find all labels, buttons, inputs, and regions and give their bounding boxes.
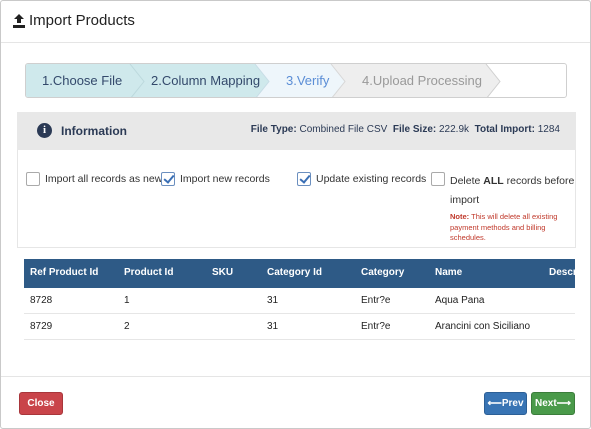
table-row: 8729 2 31 Entr?e Arancini con Siciliano xyxy=(24,314,575,340)
import-options: Import all records as new Import new rec… xyxy=(17,150,576,248)
delete-all-prefix: Delete xyxy=(450,175,484,187)
wizard-step-choose-file[interactable]: 1.Choose File xyxy=(42,73,122,88)
note-label: Note: xyxy=(450,212,470,221)
modal-title: Import Products xyxy=(29,12,135,29)
information-bar: i Information File Type: Combined File C… xyxy=(17,112,576,150)
update-existing-checkbox[interactable] xyxy=(297,172,311,186)
delete-all-bold: ALL xyxy=(483,175,504,187)
import-all-as-new-label: Import all records as new xyxy=(45,173,163,185)
import-all-as-new-checkbox[interactable] xyxy=(26,172,40,186)
prev-button[interactable]: ⟵Prev xyxy=(484,392,527,415)
cell-ref-product-id: 8728 xyxy=(30,295,53,306)
cell-ref-product-id: 8729 xyxy=(30,321,53,332)
arrow-left-icon: ⟵ xyxy=(487,398,502,409)
delete-all-checkbox[interactable] xyxy=(431,172,445,186)
column-category: Category xyxy=(361,267,405,278)
column-description: Descr xyxy=(549,267,575,278)
option-import-all-as-new[interactable]: Import all records as new xyxy=(26,172,162,186)
cell-product-id: 1 xyxy=(124,295,130,306)
next-button-label: Next xyxy=(534,398,557,409)
table-row: 8728 1 31 Entr?e Aqua Pana xyxy=(24,288,575,314)
import-new-records-checkbox[interactable] xyxy=(161,172,175,186)
cell-product-id: 2 xyxy=(124,321,130,332)
option-import-new-records[interactable]: Import new records xyxy=(161,172,270,186)
total-import-value: 1284 xyxy=(537,124,560,135)
cell-name: Aqua Pana xyxy=(435,295,485,306)
column-category-id: Category Id xyxy=(267,267,323,278)
import-products-modal: Import Products 1.Choose File 2.Column M… xyxy=(0,0,591,429)
modal-footer: Close ⟵Prev Next⟶ xyxy=(1,376,590,428)
total-import-label: Total Import: xyxy=(474,124,535,135)
file-type-label: File Type: xyxy=(250,124,297,135)
cell-category-id: 31 xyxy=(267,321,279,332)
wizard-steps: 1.Choose File 2.Column Mapping 3.Verify … xyxy=(25,63,567,98)
column-ref-product-id: Ref Product Id xyxy=(30,267,99,278)
delete-all-label: Delete ALL records before import xyxy=(450,172,580,210)
column-product-id: Product Id xyxy=(124,267,174,278)
column-sku: SKU xyxy=(212,267,234,278)
cell-category: Entr?e xyxy=(361,321,391,332)
cell-category-id: 31 xyxy=(267,295,279,306)
wizard-step-column-mapping[interactable]: 2.Column Mapping xyxy=(151,73,260,88)
info-title: Information xyxy=(61,124,127,138)
file-size-label: File Size: xyxy=(392,124,437,135)
prev-button-label: Prev xyxy=(501,398,524,409)
file-type-value: Combined File CSV xyxy=(299,124,388,135)
cell-category: Entr?e xyxy=(361,295,391,306)
file-size-value: 222.9k xyxy=(439,124,470,135)
option-update-existing[interactable]: Update existing records xyxy=(297,172,426,186)
column-name: Name xyxy=(435,267,463,278)
modal-header: Import Products xyxy=(1,1,590,43)
update-existing-label: Update existing records xyxy=(316,173,427,185)
cell-name: Arancini con Siciliano xyxy=(435,321,531,332)
option-delete-all[interactable] xyxy=(431,172,450,186)
import-new-records-label: Import new records xyxy=(180,173,270,185)
next-button[interactable]: Next⟶ xyxy=(531,392,575,415)
delete-all-warning: Note: This will delete all existing paym… xyxy=(450,212,575,244)
upload-icon xyxy=(13,14,25,28)
table-header: Ref Product Id Product Id SKU Category I… xyxy=(24,259,575,288)
wizard-step-verify[interactable]: 3.Verify xyxy=(286,73,329,88)
info-circle-icon: i xyxy=(37,123,52,138)
products-table: Ref Product Id Product Id SKU Category I… xyxy=(24,259,575,341)
arrow-right-icon: ⟶ xyxy=(556,398,572,409)
close-button[interactable]: Close xyxy=(19,392,63,415)
file-summary: File Type: Combined File CSV File Size: … xyxy=(251,124,560,135)
wizard-step-upload-processing: 4.Upload Processing xyxy=(362,73,482,88)
